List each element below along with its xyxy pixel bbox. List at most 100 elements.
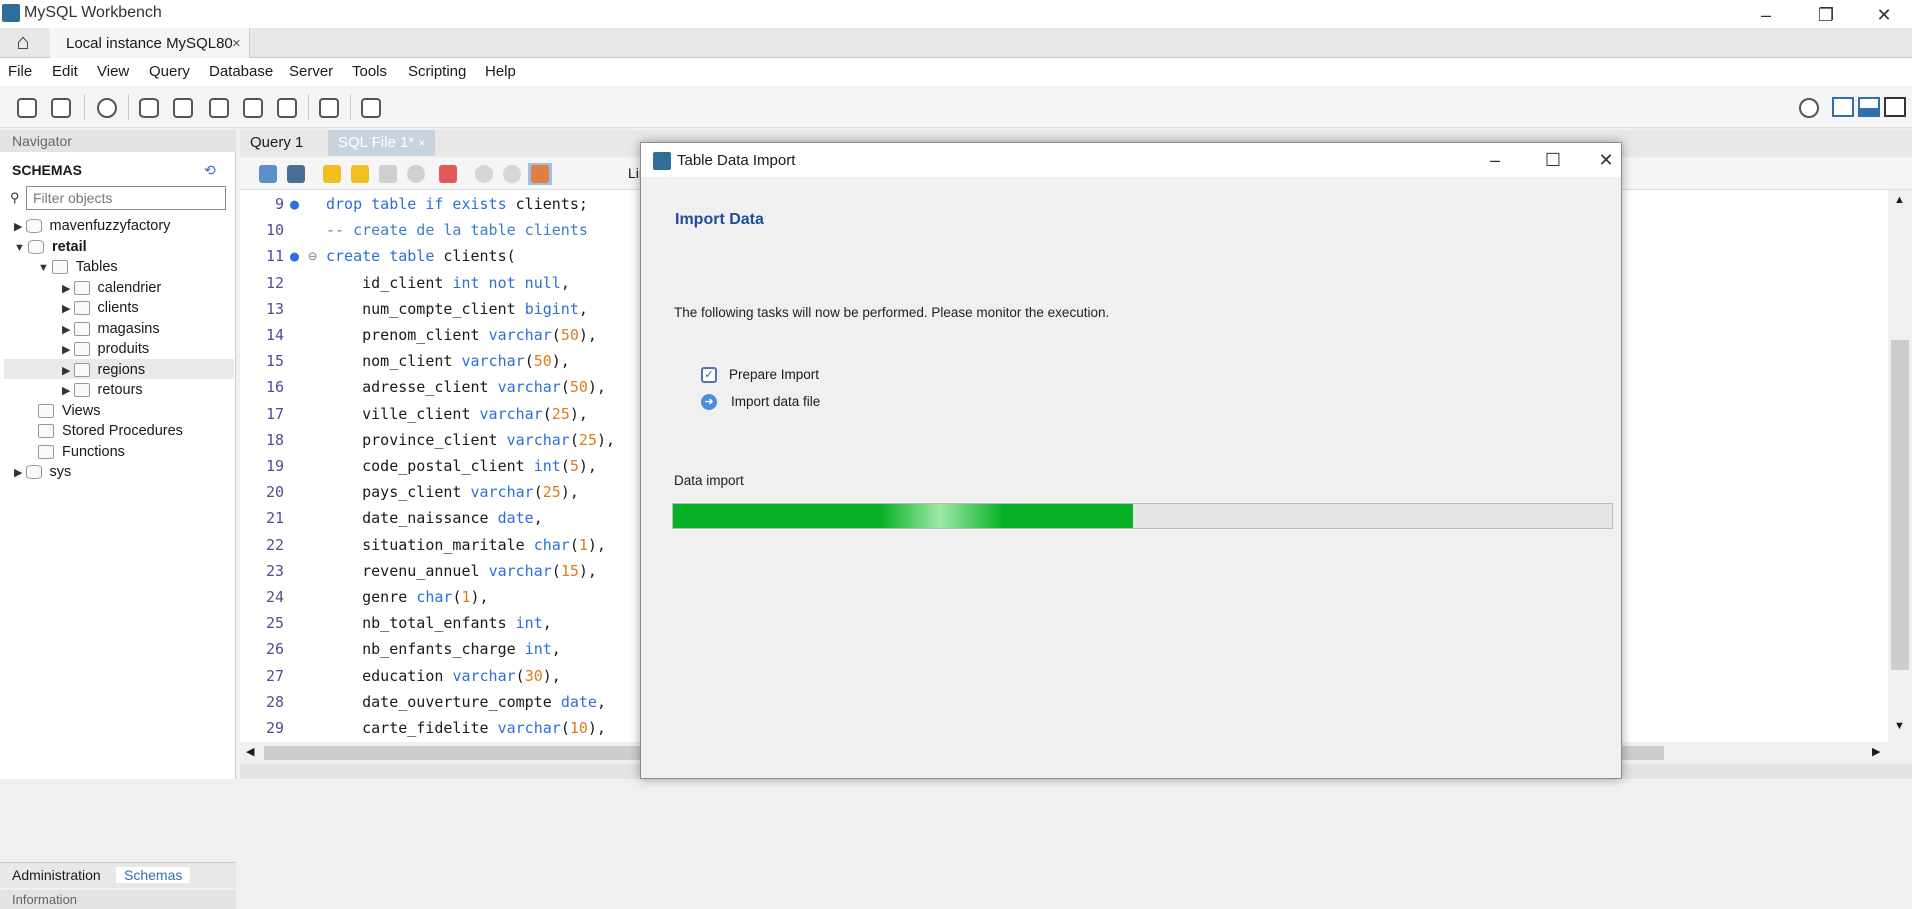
tree-item-calendrier[interactable]: ▶ calendrier bbox=[62, 278, 161, 298]
maximize-icon[interactable]: ☐ bbox=[1533, 147, 1573, 173]
collapse-arrow-icon[interactable]: ▶ bbox=[62, 283, 74, 295]
menu-server[interactable]: Server bbox=[289, 63, 333, 80]
commit-icon[interactable] bbox=[472, 163, 496, 185]
collapse-arrow-icon[interactable]: ▶ bbox=[14, 467, 26, 479]
code-token: int bbox=[524, 640, 552, 659]
gutter bbox=[284, 663, 326, 689]
tree-item-tables[interactable]: ▼ Tables bbox=[38, 257, 118, 277]
tab-sql-file-1[interactable]: SQL File 1* × bbox=[328, 130, 436, 156]
tree-item-produits[interactable]: ▶ produits bbox=[62, 339, 149, 359]
tree-item-sys[interactable]: ▶ sys bbox=[14, 462, 71, 482]
menu-view[interactable]: View bbox=[97, 63, 129, 80]
close-tab-icon[interactable]: × bbox=[418, 136, 425, 150]
rollback-icon[interactable] bbox=[500, 163, 524, 185]
tree-item-retours[interactable]: ▶ retours bbox=[62, 380, 143, 400]
create-view-icon[interactable] bbox=[204, 93, 232, 121]
collapse-arrow-icon[interactable]: ▶ bbox=[14, 221, 26, 233]
minimize-icon[interactable]: – bbox=[1475, 147, 1515, 173]
collapse-arrow-icon[interactable]: ▶ bbox=[62, 303, 74, 315]
tab-query-1-label: Query 1 bbox=[250, 134, 304, 151]
preferences-gear-icon[interactable] bbox=[1794, 93, 1822, 121]
close-icon[interactable]: ✕ bbox=[1864, 2, 1904, 28]
create-procedure-icon[interactable] bbox=[238, 93, 266, 121]
gutter bbox=[284, 715, 326, 741]
code-token: ( bbox=[524, 352, 534, 371]
collapse-arrow-icon[interactable]: ▶ bbox=[62, 385, 74, 397]
tree-item-regions[interactable]: ▶ regions bbox=[62, 360, 145, 380]
menu-scripting[interactable]: Scripting bbox=[408, 63, 466, 80]
tree-item-mavenfuzzyfactory[interactable]: ▶ mavenfuzzyfactory bbox=[14, 216, 170, 236]
scroll-up-icon[interactable]: ▲ bbox=[1894, 194, 1905, 206]
menu-help[interactable]: Help bbox=[485, 63, 516, 80]
tree-item-magasins[interactable]: ▶ magasins bbox=[62, 319, 160, 339]
code-token: -- create de la table clients bbox=[326, 221, 588, 240]
tree-item-functions[interactable]: Functions bbox=[38, 442, 125, 462]
collapse-arrow-icon[interactable]: ▶ bbox=[62, 344, 74, 356]
collapse-arrow-icon[interactable]: ▶ bbox=[62, 365, 74, 377]
collapse-arrow-icon[interactable]: ▶ bbox=[62, 324, 74, 336]
scroll-down-icon[interactable]: ▼ bbox=[1894, 720, 1905, 732]
tab-connection[interactable]: Local instance MySQL80 × bbox=[50, 28, 250, 58]
autocommit-icon[interactable] bbox=[528, 163, 552, 185]
vertical-scrollbar[interactable]: ▲ ▼ bbox=[1888, 190, 1912, 738]
expand-arrow-icon[interactable]: ▼ bbox=[38, 262, 52, 274]
code-token: create table bbox=[326, 247, 435, 266]
create-schema-icon[interactable] bbox=[134, 93, 162, 121]
toggle-secondary-sidebar-icon[interactable] bbox=[1884, 97, 1906, 117]
tree-item-views[interactable]: Views bbox=[38, 401, 100, 421]
code-token: date bbox=[497, 509, 534, 528]
open-file-icon[interactable] bbox=[256, 163, 280, 185]
reconnect-icon[interactable] bbox=[356, 93, 384, 121]
menu-database[interactable]: Database bbox=[209, 63, 273, 80]
search-table-data-icon[interactable] bbox=[314, 93, 342, 121]
code-line: 13 num_compte_client bigint, bbox=[240, 296, 588, 322]
menu-query[interactable]: Query bbox=[149, 63, 190, 80]
code-token: ( bbox=[560, 378, 570, 397]
gutter bbox=[284, 348, 326, 374]
create-function-icon[interactable] bbox=[272, 93, 300, 121]
close-icon[interactable]: ✕ bbox=[1591, 147, 1621, 173]
refresh-schemas-icon[interactable]: ⟲ bbox=[204, 162, 216, 179]
tree-item-clients[interactable]: ▶ clients bbox=[62, 298, 139, 318]
scroll-right-icon[interactable]: ▶ bbox=[1872, 745, 1880, 758]
expand-arrow-icon[interactable]: ▼ bbox=[14, 242, 28, 254]
code-line: 18 province_client varchar(25), bbox=[240, 427, 615, 453]
filter-objects-input[interactable]: Filter objects bbox=[26, 186, 226, 210]
toggle-sidebar-icon[interactable] bbox=[1832, 97, 1854, 117]
menu-file[interactable]: File bbox=[8, 63, 32, 80]
code-line: 24 genre char(1), bbox=[240, 584, 489, 610]
execute-icon[interactable] bbox=[320, 163, 344, 185]
scroll-left-icon[interactable]: ◀ bbox=[246, 745, 254, 758]
new-sql-tab-icon[interactable] bbox=[12, 93, 40, 121]
code-token: ( bbox=[533, 483, 543, 502]
code-line: 11 ● ⊖ create table clients( bbox=[240, 243, 516, 269]
inspector-icon[interactable] bbox=[92, 93, 120, 121]
save-icon[interactable] bbox=[284, 163, 308, 185]
tab-query-1[interactable]: Query 1 bbox=[240, 130, 313, 156]
home-icon[interactable]: ⌂ bbox=[8, 31, 38, 55]
minimize-icon[interactable]: – bbox=[1746, 2, 1786, 28]
line-number: 24 bbox=[265, 588, 284, 606]
toggle-output-panel-icon[interactable] bbox=[1858, 97, 1880, 117]
toolbar-separator bbox=[128, 94, 129, 120]
explain-icon[interactable] bbox=[376, 163, 400, 185]
create-table-icon[interactable] bbox=[168, 93, 196, 121]
code-token: , bbox=[596, 692, 606, 711]
restore-icon[interactable]: ❐ bbox=[1806, 2, 1846, 28]
toggle-error-icon[interactable] bbox=[436, 163, 460, 185]
scrollbar-thumb[interactable] bbox=[1891, 340, 1909, 670]
menu-edit[interactable]: Edit bbox=[52, 63, 78, 80]
code-token: , bbox=[560, 273, 570, 292]
fold-icon[interactable]: ⊖ bbox=[299, 247, 317, 265]
tab-schemas[interactable]: Schemas bbox=[116, 867, 191, 883]
folder-icon bbox=[51, 260, 68, 275]
stop-icon[interactable] bbox=[404, 163, 428, 185]
open-sql-script-icon[interactable] bbox=[46, 93, 74, 121]
code-token: ), bbox=[578, 326, 597, 344]
tree-item-retail[interactable]: ▼ retail bbox=[14, 237, 87, 257]
execute-current-icon[interactable] bbox=[348, 163, 372, 185]
tree-item-stored-procedures[interactable]: Stored Procedures bbox=[38, 421, 183, 441]
tab-administration[interactable]: Administration bbox=[12, 867, 101, 883]
close-tab-icon[interactable]: × bbox=[232, 35, 241, 52]
menu-tools[interactable]: Tools bbox=[352, 63, 387, 80]
